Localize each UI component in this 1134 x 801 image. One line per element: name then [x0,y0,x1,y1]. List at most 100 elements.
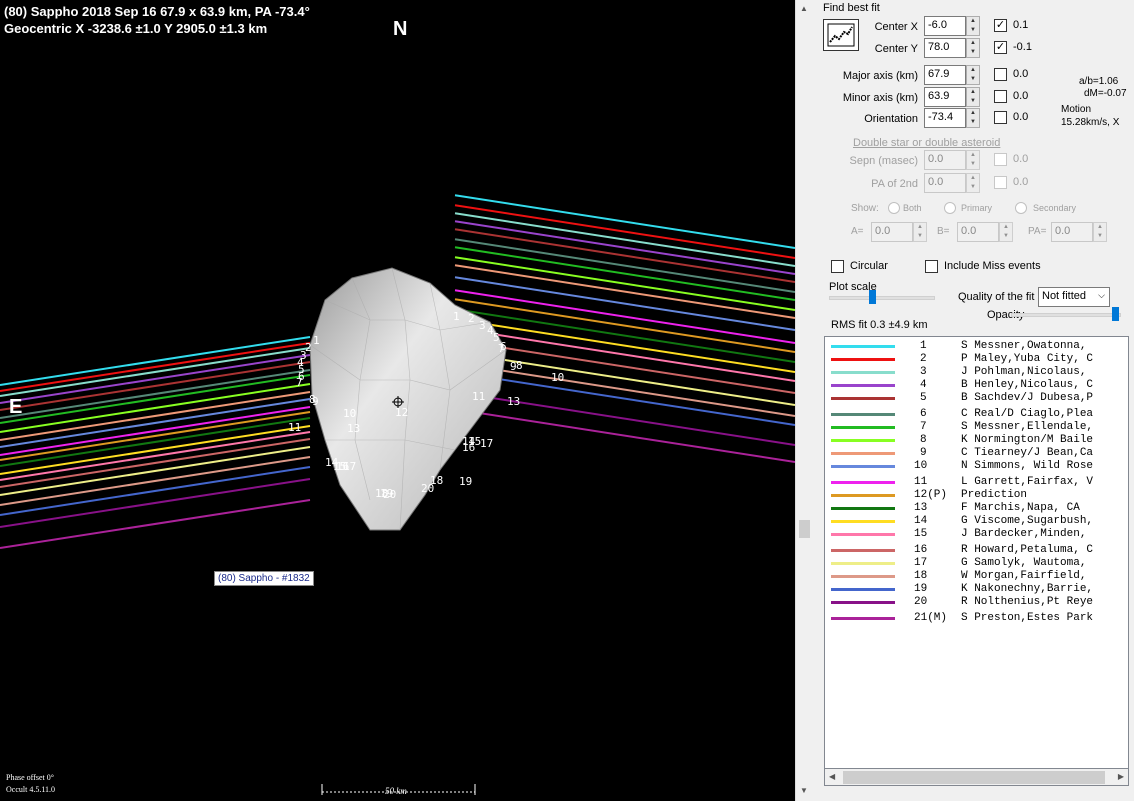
include-miss-checkbox[interactable] [925,260,938,273]
center-y-spinner[interactable]: ▲ ▼ [966,38,980,58]
chevron-down-icon: ⌵ [1098,290,1105,300]
orientation-spinner[interactable]: ▲ ▼ [966,108,980,128]
observer-list[interactable]: 1 S Messner,Owatonna, 2 P Maley,Yuba City, … [824,336,1129,786]
major-axis-checkbox[interactable] [994,68,1007,81]
observer-row[interactable]: 7 S Messner,Ellendale, [825,421,1128,434]
scroll-left-icon[interactable]: ◀ [829,772,835,781]
pa-2nd-input[interactable]: 0.0 [924,173,966,193]
plot-area[interactable]: 1 2 3 4 5 6 7 8 9 10 11 12 13 14 15 16 17 18 19 20 1 2 3 4 5 6 7 8 9… [0,0,795,801]
observer-row[interactable]: 11 L Garrett,Fairfax, V [825,476,1128,489]
observer-row[interactable]: 2 P Maley,Yuba City, C [825,353,1128,366]
sepn-input[interactable]: 0.0 [924,150,966,170]
observer-row[interactable]: 14 G Viscome,Sugarbush, [825,515,1128,528]
pa-2nd-spinner[interactable]: ▲ ▼ [966,173,980,193]
chord-number-right: 20 [421,482,434,495]
observer-row[interactable]: 12(P) Prediction [825,489,1128,502]
sepn-spinner[interactable]: ▲ ▼ [966,150,980,170]
center-y-step: -0.1 [1013,41,1032,53]
observer-number: 3 [920,366,927,378]
plot-scale-thumb[interactable] [869,290,876,304]
pa-2nd-step: 0.0 [1013,176,1029,188]
chord-number-right: 8 [516,359,523,372]
show-both-radio[interactable] [888,202,900,214]
observer-row[interactable]: 4 B Henley,Nicolaus, C [825,379,1128,392]
chord-color-swatch [831,371,895,374]
show-primary-radio[interactable] [944,202,956,214]
center-x-spinner[interactable]: ▲ ▼ [966,16,980,36]
minor-axis-spinner[interactable]: ▲ ▼ [966,87,980,107]
orientation-input[interactable]: -73.4 [924,108,966,128]
quality-select[interactable]: Not fitted ⌵ [1038,287,1110,307]
chord-number-left: 10 [343,407,356,420]
center-x-checkbox[interactable]: ✓ [994,19,1007,32]
b-input[interactable]: 0.0 [957,222,999,242]
a-spinner[interactable]: ▲ ▼ [913,222,927,242]
center-y-checkbox[interactable]: ✓ [994,41,1007,54]
chord-color-swatch [831,562,895,565]
chord-number-left: 20 [383,488,396,501]
observer-row[interactable]: 16 R Howard,Petaluma, C [825,544,1128,557]
center-x-input[interactable]: -6.0 [924,16,966,36]
observer-row[interactable]: 5 B Sachdev/J Dubesa,P [825,392,1128,405]
observer-row[interactable]: 19 K Nakonechny,Barrie, [825,583,1128,596]
opacity-slider[interactable] [1011,313,1121,317]
chord-line-right [454,204,795,259]
orientation-step: 0.0 [1013,111,1029,123]
major-axis-spinner[interactable]: ▲ ▼ [966,65,980,85]
horizontal-scrollbar[interactable]: ◀ ▶ [824,768,1129,786]
chord-color-swatch [831,575,895,578]
observer-row[interactable]: 8 K Normington/M Baile [825,434,1128,447]
chord-number-right: 17 [480,437,493,450]
b-spinner[interactable]: ▲ ▼ [999,222,1013,242]
major-axis-input[interactable]: 67.9 [924,65,966,85]
b-label: B= [937,226,950,237]
circular-label: Circular [850,260,888,272]
observer-row[interactable]: 6 C Real/D Ciaglo,Plea [825,408,1128,421]
chord-line-left [0,455,311,506]
observer-row[interactable]: 9 C Tiearney/J Bean,Ca [825,447,1128,460]
center-y-input[interactable]: 78.0 [924,38,966,58]
chord-line-left [0,477,311,528]
observer-row[interactable]: 17 G Samolyk, Wautoma, [825,557,1128,570]
plot-scale-slider[interactable] [829,296,935,300]
observer-row[interactable]: 10 N Simmons, Wild Rose [825,460,1128,473]
circular-checkbox[interactable] [831,260,844,273]
opacity-thumb[interactable] [1112,307,1119,321]
observer-row[interactable]: 1 S Messner,Owatonna, [825,340,1128,353]
observer-number: 13 [914,502,928,514]
chord-number-left: 1 [313,334,320,347]
pa-spinner[interactable]: ▲ ▼ [1093,222,1107,242]
vertical-scrollbar[interactable]: ▲ ▼ [795,0,813,801]
observer-row[interactable]: 18 W Morgan,Fairfield, [825,570,1128,583]
scroll-down-icon[interactable]: ▼ [800,786,808,795]
observer-row[interactable]: 3 J Pohlman,Nicolaus, [825,366,1128,379]
scroll-thumb[interactable] [799,520,810,538]
minor-axis-input[interactable]: 63.9 [924,87,966,107]
observer-name: G Viscome,Sugarbush, [961,515,1094,527]
scroll-right-icon[interactable]: ▶ [1118,772,1124,781]
orientation-checkbox[interactable] [994,111,1007,124]
observer-row[interactable]: 13 F Marchis,Napa, CA [825,502,1128,515]
pa-input[interactable]: 0.0 [1051,222,1093,242]
chord-line-left [0,346,311,397]
pa-2nd-checkbox[interactable] [994,176,1007,189]
scroll-up-icon[interactable]: ▲ [800,4,808,13]
minor-axis-checkbox[interactable] [994,90,1007,103]
observer-name: J Pohlman,Nicolaus, [961,366,1087,378]
hscroll-thumb[interactable] [843,771,1105,784]
chord-color-swatch [831,345,895,348]
observer-row[interactable]: 21(M) S Preston,Estes Park [825,612,1128,625]
chord-number-left: 17 [343,460,356,473]
pa-label: PA= [1028,226,1047,237]
chord-color-swatch [831,533,895,536]
show-secondary-radio[interactable] [1015,202,1027,214]
observer-name: R Howard,Petaluma, C [961,544,1094,556]
observer-name: K Normington/M Baile [961,434,1094,446]
find-best-fit-button[interactable] [823,19,859,51]
sepn-checkbox[interactable] [994,153,1007,166]
observer-name: L Garrett,Fairfax, V [961,476,1094,488]
double-star-link[interactable]: Double star or double asteroid [853,137,1000,149]
observer-row[interactable]: 15 J Bardecker,Minden, [825,528,1128,541]
observer-row[interactable]: 20 R Nolthenius,Pt Reye [825,596,1128,609]
a-input[interactable]: 0.0 [871,222,913,242]
